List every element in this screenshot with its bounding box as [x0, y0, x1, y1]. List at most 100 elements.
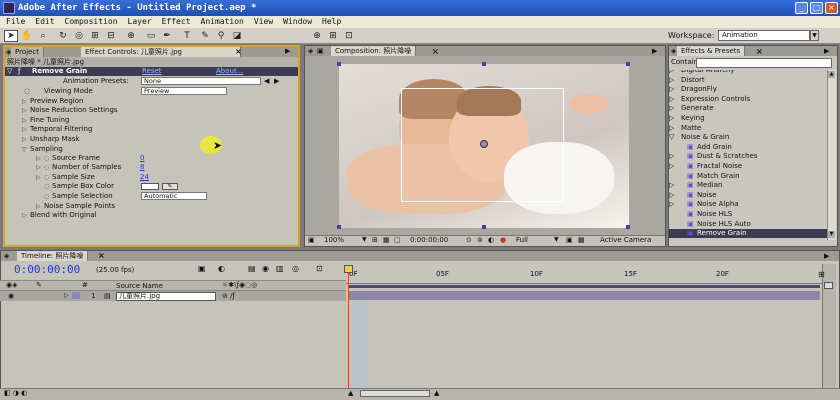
source-name-header[interactable]: Source Name — [116, 282, 163, 290]
tab-timeline[interactable]: Timeline: 照片降噪 — [17, 251, 89, 261]
track-xy-camera-tool-icon[interactable]: ⊞ — [88, 30, 102, 42]
fx-toggle-icon[interactable]: ƒ — [18, 67, 20, 76]
sample-selection-select[interactable]: Automatic — [141, 192, 207, 200]
effects-item[interactable]: ▷ Digital Anarchy — [669, 70, 827, 75]
num-samples-value[interactable]: 8 — [140, 163, 144, 172]
panel-grip-icon[interactable]: ◈ — [671, 47, 676, 55]
effects-item[interactable]: ▷ ▣ Dust & Scratches — [669, 152, 827, 161]
resolution-value[interactable]: Full — [516, 236, 528, 244]
resolution-dropdown-icon[interactable]: ▼ — [554, 236, 559, 243]
mask-tool-icon[interactable]: ▭ — [144, 30, 158, 42]
timeline-timecode[interactable]: 0:00:00:00 — [14, 263, 80, 276]
expand-icon[interactable]: ▷ — [669, 181, 687, 190]
zoom-out-icon[interactable]: ▲ — [348, 389, 353, 397]
menu-composition[interactable]: Composition — [65, 17, 118, 26]
lock-column-icon[interactable]: ✎ — [36, 281, 42, 289]
zoom-in-icon[interactable]: ▲ — [434, 389, 439, 397]
close-tab-icon[interactable]: × — [432, 47, 439, 56]
selection-tool-icon[interactable]: ➤ — [4, 30, 18, 42]
composition-viewer[interactable] — [339, 64, 629, 228]
axis-view-icon[interactable]: ⊡ — [342, 30, 356, 42]
effects-item[interactable]: ▣ Match Grain — [669, 172, 827, 181]
hand-tool-icon[interactable]: ✋ — [20, 30, 34, 42]
panel-menu-icon[interactable]: ▶ — [824, 47, 829, 55]
text-tool-icon[interactable]: T — [180, 30, 194, 42]
layer-handle[interactable] — [626, 62, 630, 66]
group-unsharp-mask[interactable]: ▷ Unsharp Mask — [22, 135, 80, 144]
brush-tool-icon[interactable]: ✎ — [198, 30, 212, 42]
maximize-button[interactable]: □ — [810, 2, 823, 14]
timeline-zoom-slider[interactable] — [360, 390, 430, 397]
eraser-tool-icon[interactable]: ◪ — [230, 30, 244, 42]
preset-prev-icon[interactable]: ◀ — [264, 77, 269, 86]
work-area-bar[interactable] — [348, 285, 820, 288]
menu-window[interactable]: Window — [283, 17, 312, 26]
zoom-dropdown-icon[interactable]: ▼ — [362, 236, 367, 243]
effects-item[interactable]: ▷ Expression Controls — [669, 95, 827, 104]
panel-grip-icon[interactable]: ◈ — [308, 47, 313, 55]
region-of-interest-icon[interactable]: ▣ — [566, 236, 573, 244]
layer-name[interactable]: 儿童照片.jpg — [116, 292, 216, 301]
workspace-select[interactable]: Animation — [718, 30, 810, 41]
group-fine-tuning[interactable]: ▷ Fine Tuning — [22, 116, 69, 125]
time-ruler[interactable] — [346, 264, 822, 284]
effects-item[interactable]: ▷ Distort — [669, 76, 827, 85]
tab-effect-controls[interactable]: Effect Controls: 儿童照片.jpg — [81, 47, 241, 57]
pan-behind-tool-icon[interactable]: ⊕ — [124, 30, 138, 42]
snapshot-icon[interactable]: ⊙ — [466, 236, 472, 244]
preset-next-icon[interactable]: ▶ — [274, 77, 279, 86]
transparency-grid-icon[interactable]: ▦ — [578, 236, 585, 244]
folder-expand-icon[interactable]: ▷ — [669, 85, 674, 94]
workspace-dropdown-icon[interactable]: ▼ — [810, 30, 819, 41]
layer-visibility-icon[interactable]: ◉ — [8, 292, 14, 300]
draft-3d-icon[interactable]: ▤ — [248, 264, 256, 273]
panel-grip-icon[interactable]: ◈ — [4, 252, 9, 260]
menu-effect[interactable]: Effect — [162, 17, 191, 26]
anchor-point-icon[interactable] — [480, 140, 488, 148]
expand-icon[interactable]: ▷ — [669, 191, 687, 200]
effects-item[interactable]: ▷ Keying — [669, 114, 827, 123]
hide-shy-icon[interactable]: ◉ — [262, 264, 269, 273]
effects-item[interactable]: ▣ Noise HLS — [669, 210, 827, 219]
reset-link[interactable]: Reset — [142, 67, 162, 76]
current-time-indicator[interactable] — [348, 268, 349, 388]
clone-stamp-tool-icon[interactable]: ⚲ — [214, 30, 228, 42]
pen-tool-icon[interactable]: ✒ — [160, 30, 174, 42]
folder-expand-icon[interactable]: ▷ — [669, 104, 674, 113]
effects-search-input[interactable] — [696, 58, 832, 68]
axis-world-icon[interactable]: ⊞ — [326, 30, 340, 42]
color-channels-icon[interactable]: ● — [500, 236, 506, 244]
group-noise-reduction[interactable]: ▷ Noise Reduction Settings — [22, 106, 118, 115]
graph-editor-icon[interactable]: ⊡ — [316, 264, 323, 273]
comp-lock-icon[interactable]: ▣ — [317, 47, 324, 55]
menu-animation[interactable]: Animation — [201, 17, 244, 26]
blend-with-original-row[interactable]: ▷ Blend with Original — [22, 211, 97, 220]
sample-size-value[interactable]: 24 — [140, 173, 149, 182]
grid-icon[interactable]: ▦ — [383, 236, 390, 244]
scroll-down-icon[interactable]: ▼ — [828, 231, 835, 238]
folder-expand-icon[interactable]: ▷ — [669, 95, 674, 104]
live-update-icon[interactable]: ◐ — [218, 264, 225, 273]
effects-item[interactable]: ▷ ▣ Noise Alpha — [669, 200, 827, 209]
effects-item[interactable]: ▷ ▣ Fractal Noise — [669, 162, 827, 171]
av-features-icon[interactable]: ◉◈ — [6, 281, 18, 289]
close-button[interactable]: × — [825, 2, 838, 14]
about-link[interactable]: About... — [216, 67, 243, 76]
effects-item[interactable]: ▷ ▣ Noise — [669, 191, 827, 200]
label-column-icon[interactable]: # — [82, 281, 88, 289]
orbit-camera-tool-icon[interactable]: ◎ — [72, 30, 86, 42]
camera-view-value[interactable]: Active Camera — [600, 236, 651, 244]
noise-sample-points-row[interactable]: ▷ Noise Sample Points — [36, 202, 115, 211]
layer-handle[interactable] — [482, 225, 486, 229]
expand-icon[interactable]: ▷ — [669, 152, 687, 161]
comp-button-icon[interactable]: ⊞ — [818, 270, 825, 279]
folder-expand-icon[interactable]: ▷ — [669, 124, 674, 133]
safe-margins-icon[interactable]: ⊞ — [372, 236, 378, 244]
expand-icon[interactable]: ▷ — [669, 162, 687, 171]
channel-icon[interactable]: ◐ — [488, 236, 494, 244]
color-swatch[interactable] — [141, 183, 159, 190]
menu-layer[interactable]: Layer — [128, 17, 152, 26]
group-temporal-filtering[interactable]: ▷ Temporal Filtering — [22, 125, 92, 134]
effects-item[interactable]: ▷ Matte — [669, 124, 827, 133]
menu-view[interactable]: View — [254, 17, 273, 26]
